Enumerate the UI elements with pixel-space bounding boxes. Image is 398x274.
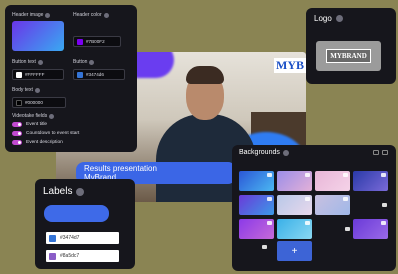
labels-panel: Labels #3474d7 #8a5dc7: [35, 179, 135, 269]
brand-settings-panel: Header image Header color #7B00F2 Button…: [5, 5, 137, 152]
background-thumb[interactable]: [277, 219, 312, 239]
button-color-swatch: [77, 71, 83, 78]
background-thumb[interactable]: [239, 171, 274, 191]
image-icon: [267, 197, 272, 201]
header-color-field[interactable]: #7B00F2: [73, 36, 121, 47]
header-color-label: Header color: [73, 12, 109, 18]
button-color-text: Button: [73, 59, 88, 65]
logo-image: MYBRAND: [326, 49, 371, 63]
logo-title-text: Logo: [314, 14, 332, 23]
label-color-field-1[interactable]: #3474d7: [46, 232, 119, 244]
event-description-label: Event description: [26, 140, 63, 145]
grid-view-icon[interactable]: [373, 150, 379, 155]
labels-title: Labels: [43, 186, 127, 197]
image-icon: [345, 227, 350, 231]
button-text-label: Button text: [12, 59, 43, 65]
info-icon: [49, 113, 55, 119]
view-toggle[interactable]: [373, 150, 388, 155]
label-style-preview[interactable]: [44, 205, 109, 222]
button-text-text: Button text: [12, 59, 36, 65]
event-description-toggle[interactable]: [12, 140, 22, 145]
backgrounds-title: Backgrounds: [239, 149, 389, 156]
info-icon: [37, 59, 43, 65]
image-icon: [305, 173, 310, 177]
header-color-swatch: [77, 38, 83, 45]
label-color-value-2: #8a5dc7: [60, 253, 80, 259]
image-icon: [262, 245, 267, 249]
button-color-value: #3474d6: [86, 72, 104, 77]
info-icon: [45, 12, 51, 18]
image-icon: [381, 221, 386, 225]
countdown-toggle[interactable]: [12, 131, 22, 136]
image-icon: [267, 173, 272, 177]
image-icon: [305, 221, 310, 225]
info-icon: [103, 12, 109, 18]
list-view-icon[interactable]: [382, 150, 388, 155]
info-icon: [76, 187, 85, 196]
image-icon: [305, 197, 310, 201]
body-text-label: Body text: [12, 87, 40, 93]
image-icon: [381, 173, 386, 177]
body-text-swatch: [16, 99, 22, 106]
background-thumb[interactable]: [315, 171, 350, 191]
background-thumb[interactable]: [353, 219, 388, 239]
image-icon: [267, 221, 272, 225]
add-background-button[interactable]: +: [277, 241, 312, 261]
label-color-swatch-1: [49, 234, 56, 242]
presenter-hair: [186, 66, 224, 84]
lower-third-title: Results presentation: [84, 164, 157, 173]
header-image-picker[interactable]: [12, 21, 64, 51]
logo-title: Logo: [314, 14, 388, 23]
label-color-swatch-2: [49, 252, 56, 260]
button-text-value: #FFFFFF: [25, 72, 45, 77]
info-icon: [34, 87, 40, 93]
backgrounds-panel: Backgrounds +: [232, 145, 396, 271]
button-color-field[interactable]: #3474d6: [73, 69, 125, 80]
header-color-value: #7B00F2: [86, 39, 105, 44]
info-icon: [282, 149, 289, 156]
background-thumb[interactable]: [277, 171, 312, 191]
button-label: Button: [73, 59, 95, 65]
backgrounds-title-text: Backgrounds: [239, 149, 280, 156]
body-text-color-field[interactable]: #000000: [12, 97, 66, 108]
background-thumb[interactable]: [239, 195, 274, 215]
background-thumb[interactable]: [315, 195, 350, 215]
image-icon: [343, 197, 348, 201]
header-image-label: Header image: [12, 12, 51, 18]
background-thumb[interactable]: [277, 195, 312, 215]
stage-brand-logo: MYB: [274, 58, 306, 73]
videotake-fields-label: Videotake fields: [12, 113, 55, 119]
header-color-text: Header color: [73, 12, 102, 18]
logo-upload-tile[interactable]: MYBRAND: [316, 41, 381, 71]
info-icon: [335, 15, 343, 22]
event-title-toggle[interactable]: [12, 122, 22, 127]
labels-title-text: Labels: [43, 186, 73, 197]
background-thumb[interactable]: [239, 219, 274, 239]
toggle-row-countdown[interactable]: Countdown to event start: [12, 131, 79, 136]
logo-panel: Logo MYBRAND: [306, 8, 396, 84]
button-text-color-field[interactable]: #FFFFFF: [12, 69, 64, 80]
image-icon: [343, 173, 348, 177]
body-text-value: #000000: [25, 100, 43, 105]
info-icon: [89, 59, 95, 65]
countdown-label: Countdown to event start: [26, 131, 80, 136]
label-color-value-1: #3474d7: [60, 235, 80, 241]
videotake-fields-text: Videotake fields: [12, 113, 48, 119]
button-text-swatch: [16, 71, 22, 78]
header-image-text: Header image: [12, 12, 44, 18]
label-color-field-2[interactable]: #8a5dc7: [46, 250, 119, 262]
image-icon: [382, 203, 387, 207]
toggle-row-event-description[interactable]: Event description: [12, 140, 63, 145]
body-text-text: Body text: [12, 87, 33, 93]
event-title-label: Event title: [26, 122, 48, 127]
toggle-row-event-title[interactable]: Event title: [12, 122, 47, 127]
background-thumb[interactable]: [353, 171, 388, 191]
